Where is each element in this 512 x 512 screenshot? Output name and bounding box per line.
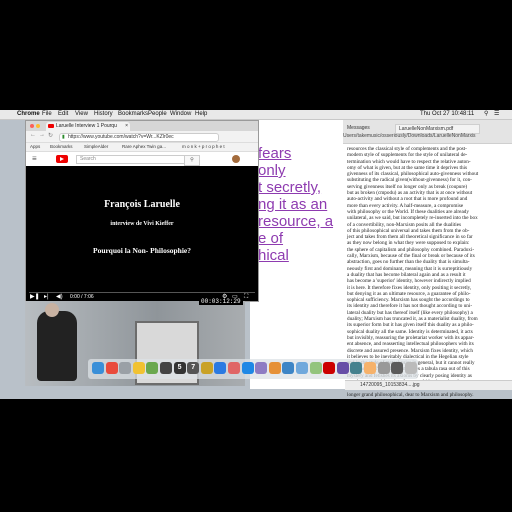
dock-app-icon[interactable]	[255, 362, 268, 374]
avatar[interactable]	[232, 155, 240, 163]
menu-bar: Chrome File Edit View History Bookmarks …	[0, 110, 512, 120]
chrome-window: Laruelle Interview 1 Pourqu × ← → ↻ ▮ ht…	[25, 120, 259, 302]
minimize-window-icon[interactable]	[36, 124, 40, 128]
volume-icon[interactable]: ◀)	[56, 293, 63, 301]
clock: Thu Oct 27 10:48:11	[420, 111, 475, 117]
dock-app-icon[interactable]	[296, 362, 308, 374]
dock-app-icon[interactable]	[323, 362, 336, 374]
dock-app-icon[interactable]	[132, 362, 145, 374]
pdf-viewer-window: Messages LaruelleNonMarxism.pdf Users/ta…	[343, 119, 512, 398]
bookmark-item[interactable]: m o n k + p r o p h e t	[182, 143, 225, 151]
play-icon[interactable]: ▶❚	[30, 293, 40, 301]
video-subtitle: interview de Vivi Kieffer	[110, 221, 174, 227]
menu-help[interactable]: Help	[195, 110, 207, 119]
doc-line: only	[258, 162, 286, 179]
dock: 57	[88, 359, 418, 379]
menu-icon[interactable]: ≡	[32, 154, 37, 163]
menu-file[interactable]: File	[42, 110, 52, 119]
dock-app-icon[interactable]: 7	[187, 362, 200, 374]
purple-document-window: fears only t secretly, ng it as an resou…	[250, 119, 350, 389]
youtube-header: ≡ Search ⚲	[26, 152, 258, 166]
dock-app-icon[interactable]	[105, 362, 118, 374]
dock-app-icon[interactable]	[404, 362, 417, 374]
time-display: 0:00 / 7:06	[70, 294, 94, 300]
doc-line: resource, a	[258, 213, 334, 230]
close-tab-icon[interactable]: ×	[125, 122, 128, 131]
dock-app-icon[interactable]	[282, 362, 295, 374]
dock-app-icon[interactable]	[391, 362, 404, 374]
desktop-screenshot: fears only t secretly, ng it as an resou…	[0, 110, 512, 399]
forward-icon[interactable]: →	[39, 132, 45, 138]
menu-edit[interactable]: Edit	[58, 110, 68, 119]
speaker-figure	[37, 311, 77, 381]
lock-icon: ▮	[62, 134, 65, 140]
menu-window[interactable]: Window	[170, 110, 191, 119]
doc-line: hical	[258, 247, 289, 264]
video-question: Pourquoi la Non- Philosophie?	[92, 246, 191, 255]
youtube-favicon-icon	[48, 124, 54, 128]
dock-app-icon[interactable]: 5	[173, 362, 186, 374]
reload-icon[interactable]: ↻	[48, 132, 53, 139]
video-title: François Laruelle	[104, 199, 180, 210]
tab-messages[interactable]: Messages	[347, 125, 370, 131]
dock-app-icon[interactable]	[200, 362, 213, 374]
tab-strip: Laruelle Interview 1 Pourqu ×	[26, 121, 258, 131]
timecode-label: 00:03:12:29	[199, 298, 243, 305]
tab-title: Laruelle Interview 1 Pourqu	[56, 123, 117, 129]
url-text: https://www.youtube.com/watch?v=Wr...KZl…	[68, 134, 174, 140]
doc-line: t secretly,	[258, 179, 322, 196]
tab-laruelle-interview[interactable]: Laruelle Interview 1 Pourqu ×	[46, 122, 130, 131]
search-icon[interactable]: ⚲	[484, 110, 488, 119]
url-input[interactable]: ▮ https://www.youtube.com/watch?v=Wr...K…	[59, 133, 219, 142]
bookmark-item[interactable]: Bookmarks	[50, 143, 73, 151]
menu-app-name[interactable]: Chrome	[17, 110, 40, 119]
back-icon[interactable]: ←	[30, 132, 36, 138]
file-label: 14720095_10153834....jpg	[360, 382, 420, 388]
dock-app-icon[interactable]	[241, 362, 254, 374]
close-window-icon[interactable]	[30, 124, 34, 128]
doc-line: e of	[258, 230, 284, 247]
pdf-line: longer grand philosophical, dear to Marx…	[347, 391, 474, 398]
doc-line: ng it as an	[258, 196, 328, 213]
dock-app-icon[interactable]	[160, 362, 172, 374]
list-icon[interactable]: ☰	[494, 110, 499, 119]
next-icon[interactable]: ▸|	[44, 293, 49, 301]
menu-people[interactable]: People	[148, 110, 167, 119]
doc-line: fears	[258, 145, 292, 162]
video-player[interactable]: François Laruelle interview de Vivi Kief…	[26, 166, 258, 301]
dock-app-icon[interactable]	[119, 362, 132, 374]
bookmark-item[interactable]: SimpleAlder	[84, 143, 108, 151]
dock-app-icon[interactable]	[364, 362, 376, 374]
bookmark-item[interactable]: Apps	[30, 143, 40, 151]
speaker-head	[45, 303, 59, 317]
dock-app-icon[interactable]	[92, 362, 104, 374]
bookmark-item[interactable]: Rare Aphex Twin ga...	[122, 143, 166, 151]
finder-status-bar: 14720095_10153834....jpg	[345, 380, 512, 390]
dock-app-icon[interactable]	[214, 362, 227, 374]
search-input[interactable]: Search	[76, 155, 186, 164]
file-path: Users/takemusic/osseriously/Downloads/La…	[343, 133, 476, 139]
dock-app-icon[interactable]	[268, 362, 281, 374]
dock-app-icon[interactable]	[336, 362, 349, 374]
menu-bookmarks[interactable]: Bookmarks	[118, 110, 148, 119]
search-icon[interactable]: ⚲	[184, 155, 200, 166]
youtube-logo[interactable]	[56, 155, 68, 163]
menu-view[interactable]: View	[75, 110, 88, 119]
address-bar-row: ← → ↻ ▮ https://www.youtube.com/watch?v=…	[26, 131, 258, 143]
dock-app-icon[interactable]	[350, 362, 363, 374]
dock-app-icon[interactable]	[309, 362, 322, 374]
dock-app-icon[interactable]	[377, 362, 390, 374]
dock-app-icon[interactable]	[228, 362, 240, 374]
bookmarks-bar: Apps Bookmarks SimpleAlder Rare Aphex Tw…	[26, 143, 258, 152]
pdf-toolbar: Messages LaruelleNonMarxism.pdf Users/ta…	[343, 119, 512, 144]
dock-app-icon[interactable]	[146, 362, 159, 374]
fullscreen-icon[interactable]: ⛶	[244, 293, 248, 301]
menu-history[interactable]: History	[94, 110, 113, 119]
